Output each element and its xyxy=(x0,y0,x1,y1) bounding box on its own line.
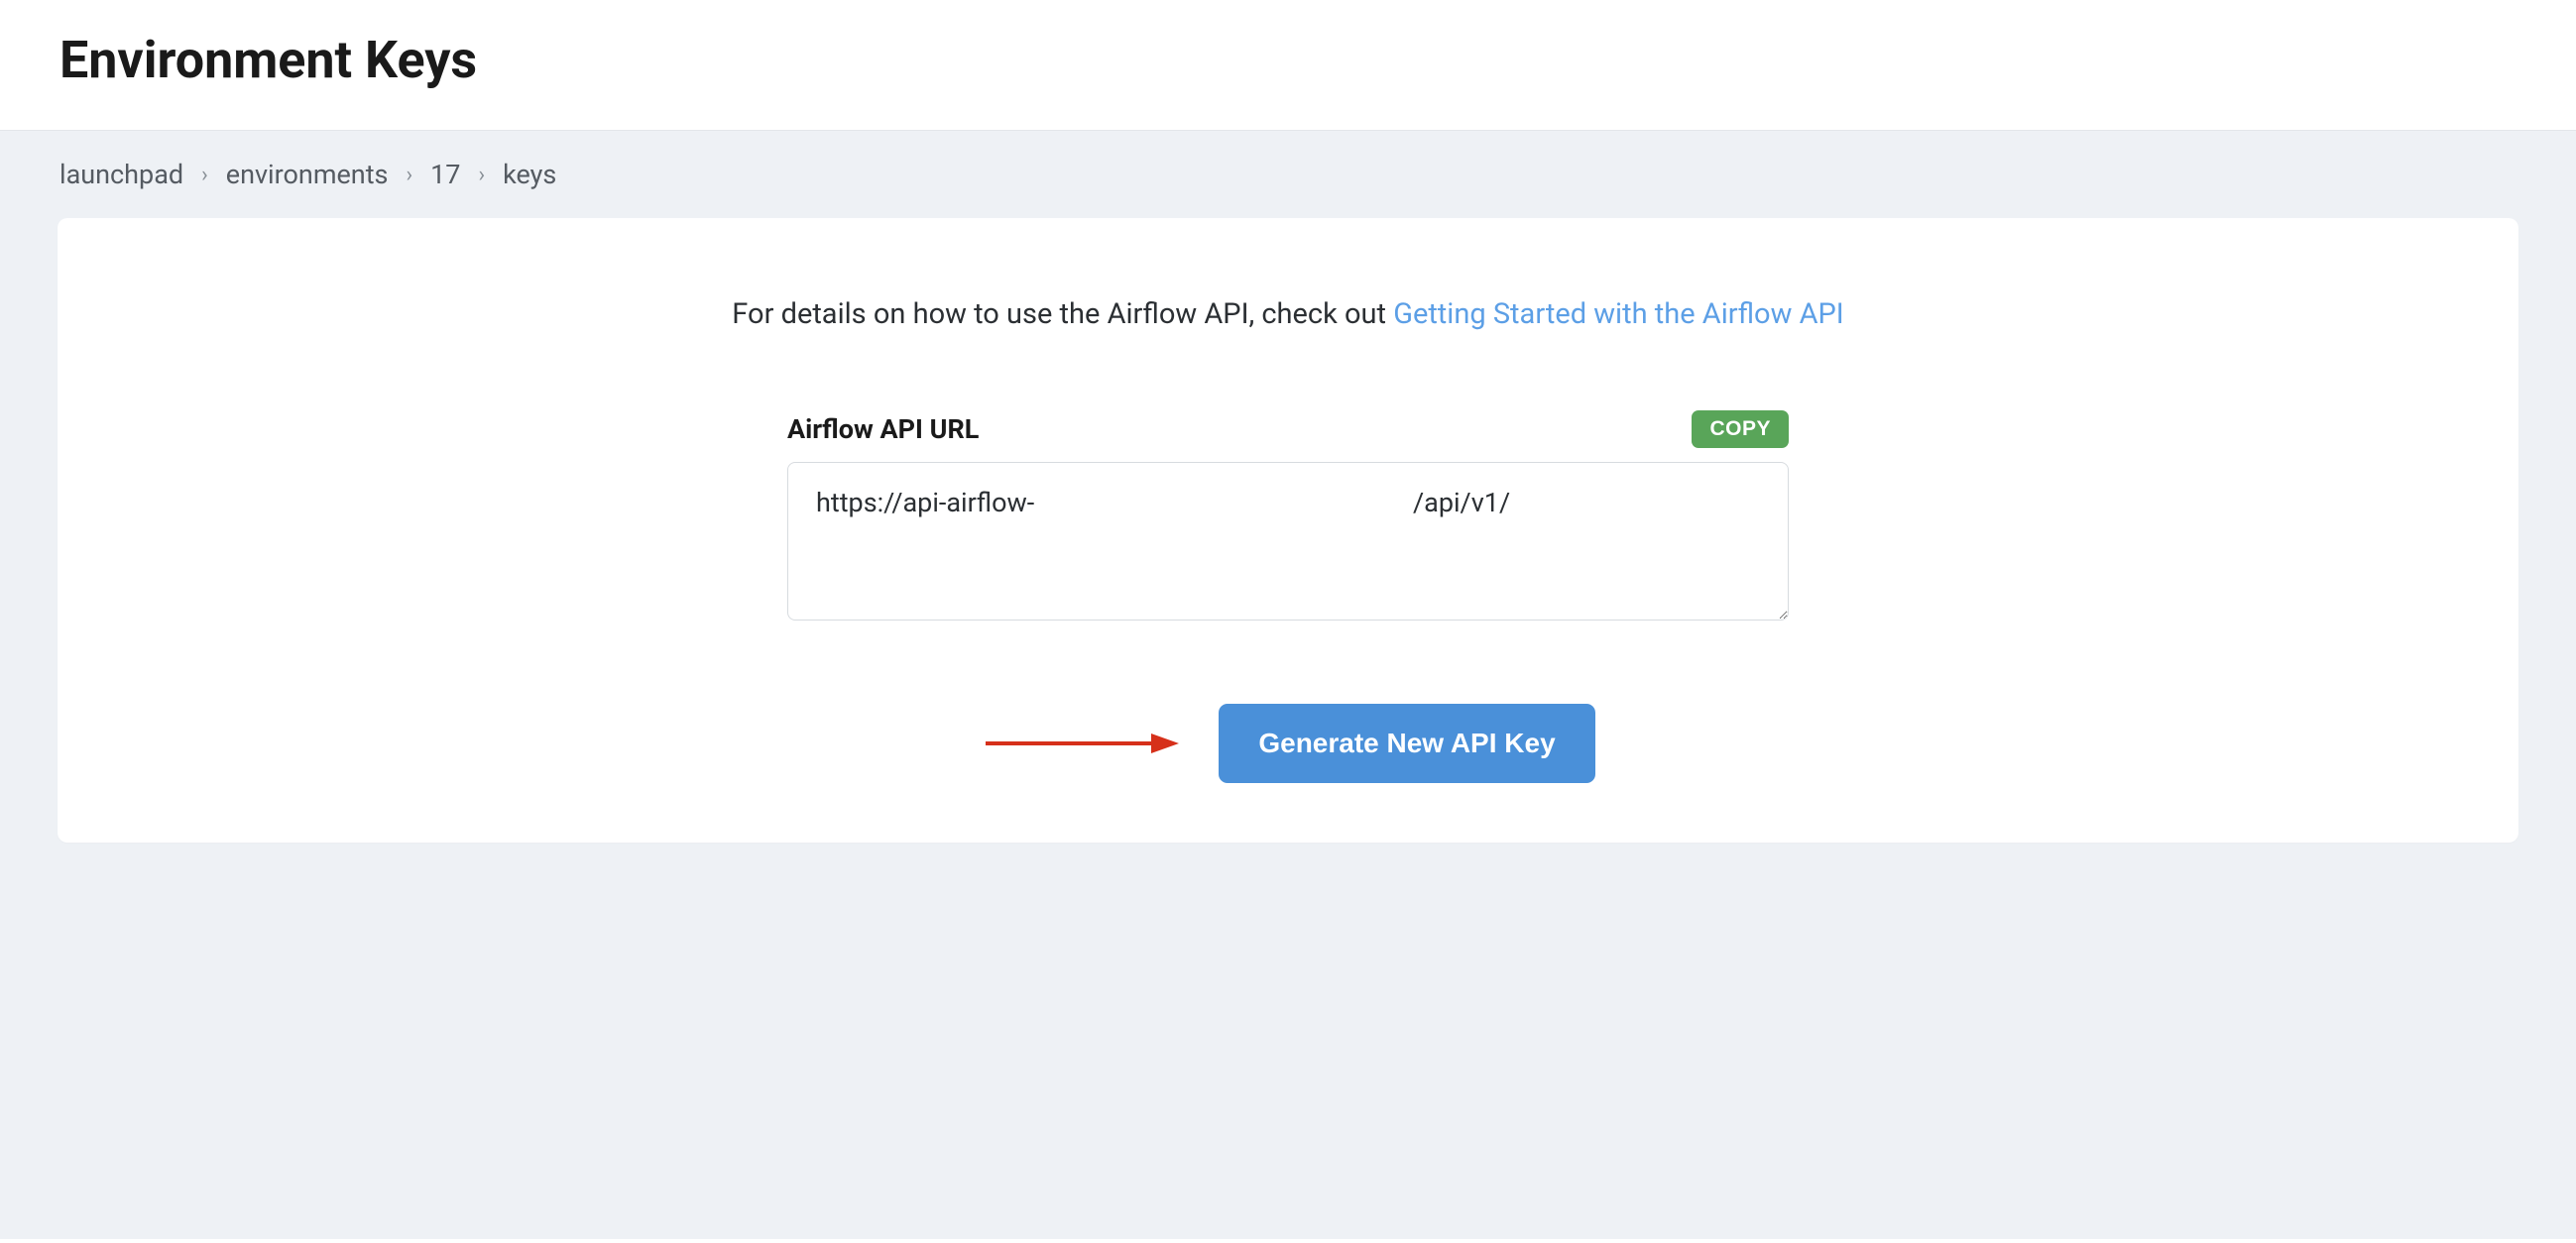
breadcrumb-item-id[interactable]: 17 xyxy=(430,159,460,190)
page-title: Environment Keys xyxy=(59,30,2517,90)
api-label-row: Airflow API URL COPY xyxy=(787,410,1789,448)
chevron-right-icon: › xyxy=(201,163,208,187)
chevron-right-icon: › xyxy=(478,163,485,187)
page-header: Environment Keys xyxy=(0,0,2576,130)
chevron-right-icon: › xyxy=(407,163,413,187)
copy-button[interactable]: COPY xyxy=(1692,410,1789,448)
intro-text: For details on how to use the Airflow AP… xyxy=(117,297,2459,331)
breadcrumb: launchpad › environments › 17 › keys xyxy=(0,131,2576,218)
content-card: For details on how to use the Airflow AP… xyxy=(58,218,2518,843)
api-url-label: Airflow API URL xyxy=(787,413,979,445)
breadcrumb-item-launchpad[interactable]: launchpad xyxy=(59,159,183,190)
page-body: launchpad › environments › 17 › keys For… xyxy=(0,130,2576,1239)
intro-prefix: For details on how to use the Airflow AP… xyxy=(732,297,1393,331)
breadcrumb-item-keys: keys xyxy=(503,159,556,190)
generate-api-key-button[interactable]: Generate New API Key xyxy=(1219,704,1594,783)
api-url-field[interactable] xyxy=(787,462,1789,621)
getting-started-link[interactable]: Getting Started with the Airflow API xyxy=(1393,297,1844,331)
generate-row: Generate New API Key xyxy=(117,704,2459,783)
breadcrumb-item-environments[interactable]: environments xyxy=(226,159,389,190)
api-url-block: Airflow API URL COPY xyxy=(787,410,1789,624)
arrow-right-icon xyxy=(981,724,1179,763)
